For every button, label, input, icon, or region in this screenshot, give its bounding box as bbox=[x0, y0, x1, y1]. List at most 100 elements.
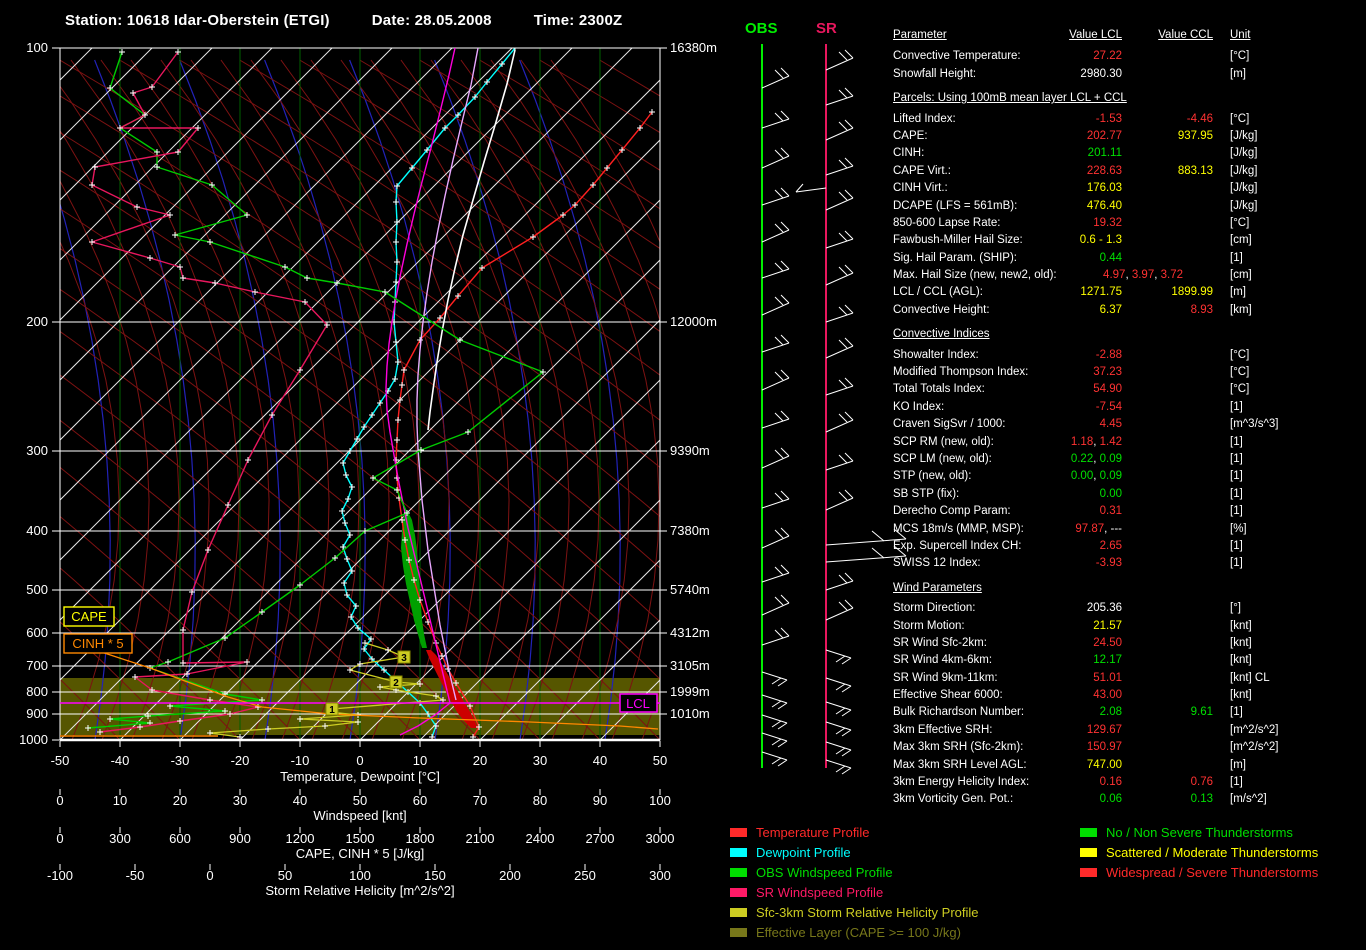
axis-tick-label: -20 bbox=[231, 753, 250, 768]
param-value-lcl: 21.57 bbox=[1093, 619, 1122, 632]
wind-barb bbox=[825, 87, 854, 106]
legend-swatch bbox=[1080, 867, 1097, 877]
param-unit: [J/kg] bbox=[1230, 147, 1258, 160]
param-unit: [cm] bbox=[1230, 269, 1252, 282]
svg-text:3: 3 bbox=[401, 653, 407, 664]
wind-barb bbox=[825, 49, 854, 71]
param-value-lcl: 19.32 bbox=[1093, 216, 1122, 229]
pressure-label: 400 bbox=[26, 523, 48, 538]
param-unit: [m^2/s^2] bbox=[1230, 741, 1279, 754]
legend-label: Effective Layer (CAPE >= 100 J/kg) bbox=[756, 924, 961, 940]
axis-title: Windspeed [knt] bbox=[313, 808, 406, 823]
axis-tick-label: 0 bbox=[56, 831, 63, 846]
axis-tick-label: 200 bbox=[499, 868, 521, 883]
param-value-lcl: 0.00 bbox=[1099, 487, 1122, 500]
wind-barb bbox=[761, 627, 790, 646]
height-label: 7380m bbox=[670, 523, 710, 538]
param-value-lcl: 43.00 bbox=[1093, 689, 1122, 702]
table-row: KO Index: -7.54 [1] bbox=[893, 399, 1366, 416]
param-unit: [m/s^2] bbox=[1230, 793, 1267, 806]
table-row: CINH: 201.11 [J/kg] bbox=[893, 145, 1366, 162]
severity-legend: No / Non Severe Thunderstorms Scattered /… bbox=[1080, 822, 1318, 882]
param-value-lcl: 201.11 bbox=[1087, 147, 1122, 160]
table-row: Showalter Index: -2.88 [°C] bbox=[893, 347, 1366, 364]
table-row: Snowfall Height: 2980.30 [m] bbox=[893, 66, 1366, 83]
profiles bbox=[60, 48, 659, 740]
param-unit: [knt] bbox=[1230, 654, 1252, 667]
wind-barb bbox=[825, 230, 854, 249]
axis-tick-label: 100 bbox=[649, 793, 671, 808]
legend-item: Effective Layer (CAPE >= 100 J/kg) bbox=[730, 922, 979, 942]
axis-title: CAPE, CINH * 5 [J/kg] bbox=[296, 846, 425, 861]
legend-item: No / Non Severe Thunderstorms bbox=[1080, 822, 1318, 842]
param-value-ccl: -4.46 bbox=[1186, 112, 1213, 125]
legend-item: Widespread / Severe Thunderstorms bbox=[1080, 862, 1318, 882]
wind-barb bbox=[761, 294, 790, 316]
param-unit: [J/kg] bbox=[1230, 129, 1258, 142]
table-row: Craven SigSvr / 1000: 4.45 [m^3/s^3] bbox=[893, 416, 1366, 433]
height-label: 3105m bbox=[670, 658, 710, 673]
param-unit: [°C] bbox=[1230, 383, 1250, 396]
wind-barb bbox=[825, 741, 852, 757]
wind-barb bbox=[825, 677, 852, 693]
table-row: Derecho Comp Param: 0.31 [1] bbox=[893, 503, 1366, 520]
param-unit: [knt] bbox=[1230, 636, 1252, 649]
param-value-ccl: 937.95 bbox=[1177, 129, 1213, 142]
param-unit: [°C] bbox=[1230, 216, 1250, 229]
table-row: Effective Shear 6000: 43.00 [knt] bbox=[893, 687, 1366, 704]
pressure-label: 800 bbox=[26, 684, 48, 699]
lcl-label: LCL bbox=[626, 696, 650, 711]
axis-tick-label: -50 bbox=[126, 868, 145, 883]
table-section-heading: Wind Parameters bbox=[893, 581, 982, 594]
legend-swatch bbox=[730, 867, 747, 877]
wind-barb bbox=[825, 377, 854, 396]
table-row: SCP LM (new, old): 0.22, 0.09 [1] bbox=[893, 451, 1366, 468]
param-unit: [1] bbox=[1230, 505, 1243, 518]
param-value-lcl: 0.44 bbox=[1099, 251, 1122, 264]
param-unit: [km] bbox=[1230, 303, 1252, 316]
table-row: CINH Virt.: 176.03 [J/kg] bbox=[893, 180, 1366, 197]
table-row: 3km Effective SRH: 129.67 [m^2/s^2] bbox=[893, 722, 1366, 739]
axis-tick-label: 300 bbox=[109, 831, 131, 846]
axis-tick-label: 2700 bbox=[586, 831, 615, 846]
axis-tick-label: 3000 bbox=[646, 831, 675, 846]
table-section-heading: Convective Indices bbox=[893, 328, 990, 341]
table-row: 3km Energy Helicity Index: 0.16 0.76 [1] bbox=[893, 774, 1366, 791]
param-unit: [%] bbox=[1230, 522, 1247, 535]
param-value-ccl: 883.13 bbox=[1177, 164, 1213, 177]
param-value-lcl: 27.22 bbox=[1093, 50, 1122, 63]
wind-barb bbox=[825, 599, 854, 621]
param-value-ccl: 0.76 bbox=[1190, 776, 1213, 789]
param-value-ccl: 1899.99 bbox=[1171, 286, 1213, 299]
pressure-label: 300 bbox=[26, 443, 48, 458]
axis-tick-label: 20 bbox=[473, 753, 487, 768]
param-unit: [1] bbox=[1230, 539, 1243, 552]
axis-tick-label: 80 bbox=[533, 793, 547, 808]
param-unit: [1] bbox=[1230, 452, 1243, 465]
axis-tick-label: 30 bbox=[533, 753, 547, 768]
wind-barb bbox=[825, 189, 854, 211]
legend-item: Temperature Profile bbox=[730, 822, 979, 842]
legend-label: No / Non Severe Thunderstorms bbox=[1106, 824, 1293, 840]
wind-barb bbox=[761, 334, 790, 353]
param-unit: [m] bbox=[1230, 67, 1246, 80]
table-header-row: Parameter Value LCL Value CCL Unit bbox=[893, 27, 1366, 44]
param-value-lcl: 4.45 bbox=[1099, 418, 1122, 431]
param-unit: [°] bbox=[1230, 602, 1241, 615]
axis-tick-label: 250 bbox=[574, 868, 596, 883]
param-unit: [1] bbox=[1230, 557, 1243, 570]
axis-tick-label: 0 bbox=[356, 753, 363, 768]
table-row: LCL / CCL (AGL): 1271.75 1899.99 [m] bbox=[893, 284, 1366, 301]
wind-barb bbox=[825, 649, 852, 665]
param-unit: [°C] bbox=[1230, 366, 1250, 379]
param-unit: [J/kg] bbox=[1230, 199, 1258, 212]
param-value-lcl: 0.6 - 1.3 bbox=[1079, 234, 1122, 247]
param-value-lcl: 1.18, 1.42 bbox=[1070, 435, 1122, 448]
table-row: Fawbush-Miller Hail Size: 0.6 - 1.3 [cm] bbox=[893, 232, 1366, 249]
cape-label: CAPE bbox=[71, 609, 107, 624]
param-unit: [°C] bbox=[1230, 112, 1250, 125]
table-row: Modified Thompson Index: 37.23 [°C] bbox=[893, 364, 1366, 381]
wind-barb bbox=[761, 67, 790, 89]
wind-barb bbox=[761, 187, 790, 206]
table-row: Max 3km SRH Level AGL: 747.00 [m] bbox=[893, 757, 1366, 774]
